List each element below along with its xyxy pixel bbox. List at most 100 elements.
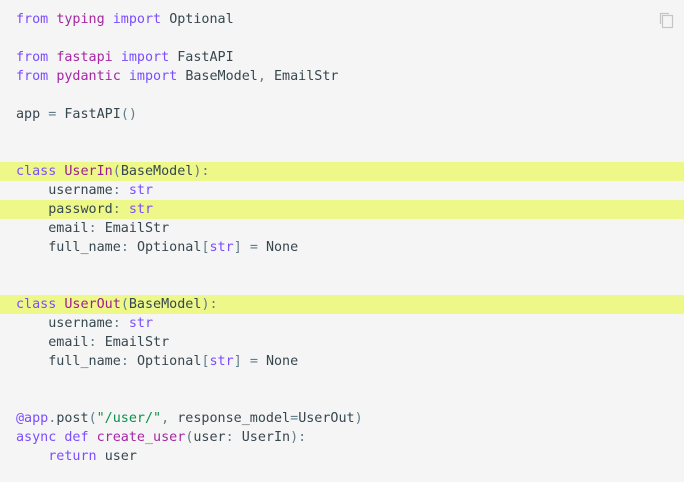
identifier: user (104, 449, 137, 464)
identifier: app (16, 107, 41, 122)
keyword: async (16, 430, 57, 445)
identifier: post (56, 411, 89, 426)
identifier: email (48, 335, 89, 350)
punctuation: ( (88, 411, 97, 426)
builtin-type: str (128, 202, 154, 217)
identifier: EmailStr (274, 69, 339, 84)
keyword: class (16, 164, 57, 179)
operator: = (48, 107, 57, 122)
punctuation: [ (201, 354, 210, 369)
code-line-6: app = FastAPI() (0, 105, 684, 124)
punctuation: : (112, 316, 121, 331)
identifier: None (265, 354, 299, 369)
builtin-type: str (128, 316, 154, 331)
identifier: full_name (48, 354, 121, 369)
copy-icon (659, 12, 674, 29)
code-line-19: full_name: Optional[str] = None (0, 352, 684, 371)
identifier: UserIn (241, 430, 291, 445)
identifier: EmailStr (104, 221, 170, 236)
copy-button[interactable] (658, 11, 674, 29)
identifier: Optional (136, 354, 202, 369)
operator: = (290, 411, 299, 426)
punctuation: ( (112, 164, 121, 179)
identifier: BaseModel (120, 164, 194, 179)
code-line-13: full_name: Optional[str] = None (0, 238, 684, 257)
punctuation: ): (201, 297, 218, 312)
code-line-22: @app.post("/user/", response_model=UserO… (0, 409, 684, 428)
code-line-12: email: EmailStr (0, 219, 684, 238)
identifier: None (265, 240, 299, 255)
module-name: pydantic (56, 69, 121, 84)
keyword: import (120, 50, 170, 65)
punctuation: ) (354, 411, 363, 426)
punctuation: : (112, 183, 121, 198)
function-name: create_user (96, 430, 186, 445)
punctuation: , (161, 411, 170, 426)
identifier: FastAPI (177, 50, 234, 65)
operator: = (249, 240, 258, 255)
module-name: fastapi (56, 50, 113, 65)
keyword: def (64, 430, 89, 445)
builtin-type: str (209, 240, 234, 255)
identifier: UserOut (298, 411, 355, 426)
punctuation: ): (193, 164, 210, 179)
keyword: import (112, 12, 162, 27)
punctuation: () (120, 107, 137, 122)
punctuation: : (225, 430, 234, 445)
identifier: Optional (136, 240, 202, 255)
keyword: from (16, 50, 49, 65)
code-line-9: class UserIn(BaseModel): (0, 162, 684, 181)
identifier: BaseModel (185, 69, 258, 84)
code-line-10: username: str (0, 181, 684, 200)
identifier: username (48, 183, 113, 198)
code-line-24: return user (0, 447, 684, 466)
code-line-18: email: EmailStr (0, 333, 684, 352)
punctuation: ] (233, 354, 242, 369)
keyword: from (16, 69, 49, 84)
punctuation: [ (201, 240, 210, 255)
punctuation: : (88, 221, 97, 236)
decorator: @app (16, 411, 49, 426)
code-line-23: async def create_user(user: UserIn): (0, 428, 684, 447)
identifier: Optional (169, 12, 234, 27)
operator: = (249, 354, 258, 369)
identifier: BaseModel (128, 297, 202, 312)
identifier: user (193, 430, 226, 445)
code-line-11: password: str (0, 200, 684, 219)
identifier: email (48, 221, 89, 236)
module-name: typing (56, 12, 105, 27)
identifier: username (48, 316, 113, 331)
identifier: response_model (177, 411, 291, 426)
identifier: password (48, 202, 113, 217)
class-name: UserIn (64, 164, 113, 179)
code-line-16: class UserOut(BaseModel): (0, 295, 684, 314)
punctuation: : (120, 240, 129, 255)
code-line-4: from pydantic import BaseModel, EmailStr (0, 67, 684, 86)
punctuation: , (257, 69, 266, 84)
punctuation: : (88, 335, 97, 350)
keyword: from (16, 12, 49, 27)
class-name: UserOut (64, 297, 121, 312)
builtin-type: str (128, 183, 154, 198)
string-literal: "/user/" (96, 411, 162, 426)
identifier: FastAPI (64, 107, 121, 122)
keyword: return (48, 449, 97, 464)
builtin-type: str (209, 354, 234, 369)
punctuation: : (120, 354, 129, 369)
keyword: import (128, 69, 178, 84)
identifier: full_name (48, 240, 121, 255)
punctuation: ] (233, 240, 242, 255)
code-line-17: username: str (0, 314, 684, 333)
punctuation: ): (290, 430, 307, 445)
code-line-3: from fastapi import FastAPI (0, 48, 684, 67)
code-line-1: from typing import Optional (0, 10, 684, 29)
punctuation: ( (120, 297, 129, 312)
